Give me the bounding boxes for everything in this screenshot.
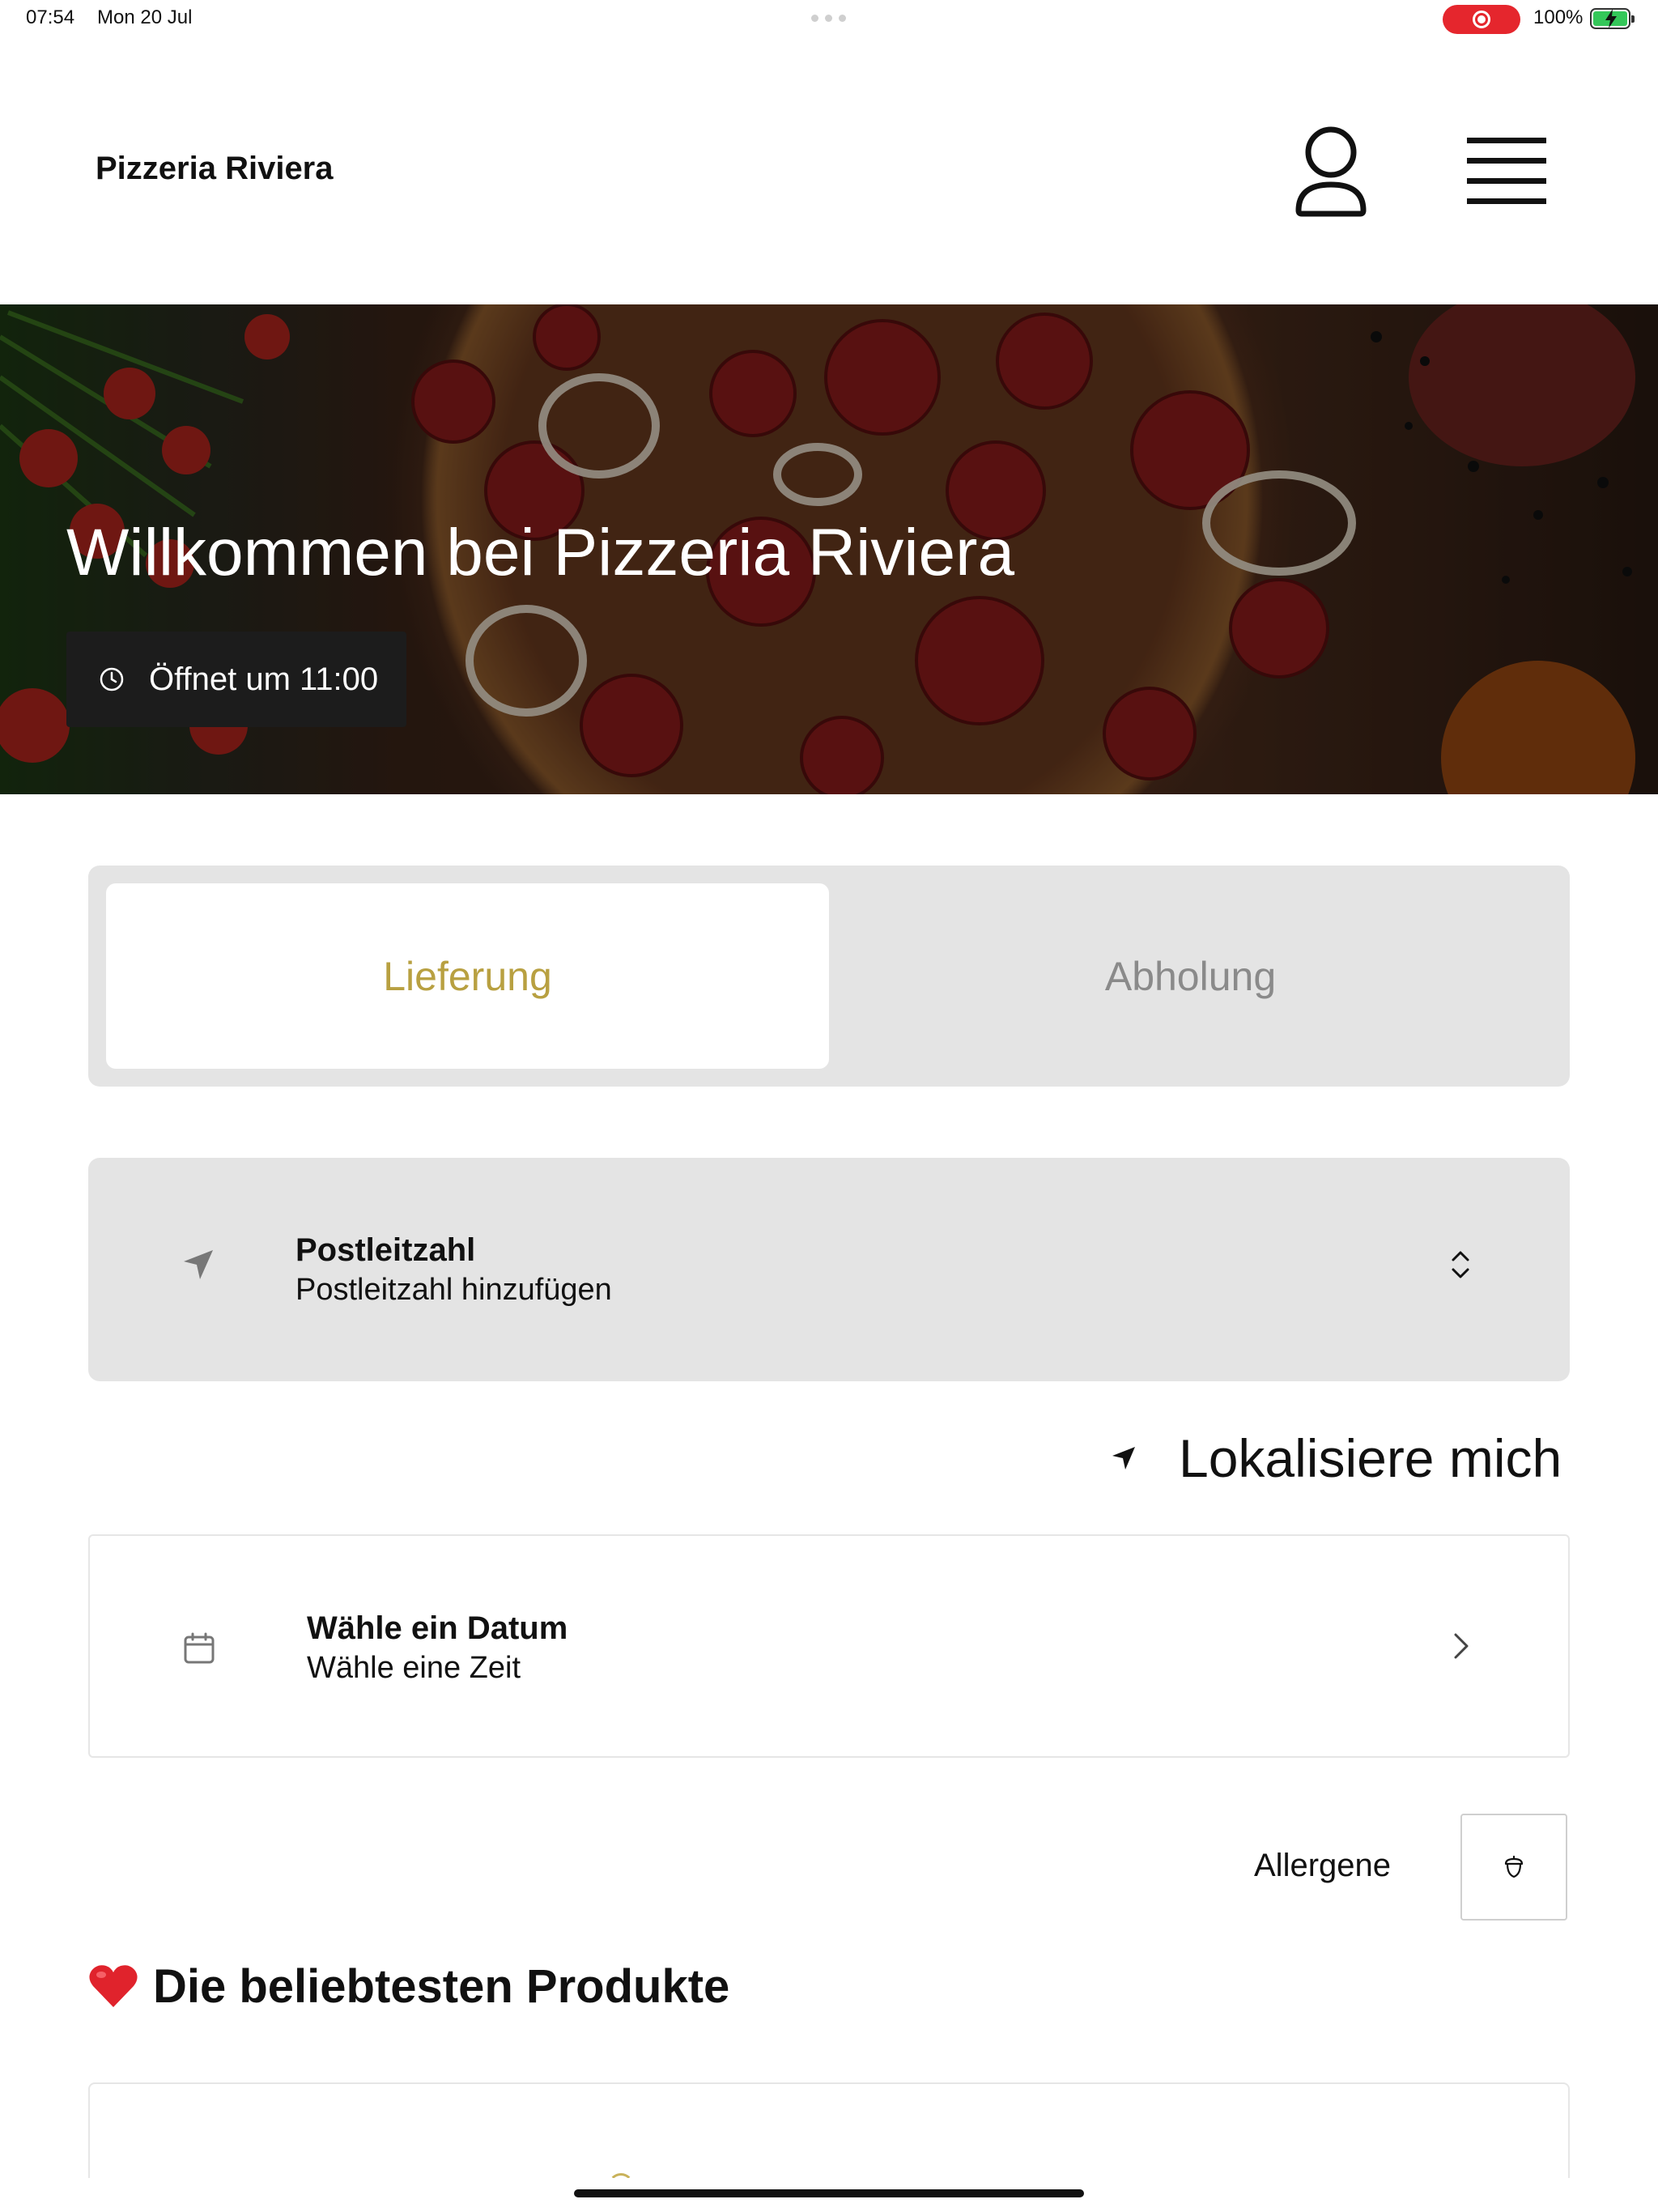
allergens-label: Allergene bbox=[1254, 1848, 1392, 1883]
charging-bolt-icon bbox=[1605, 9, 1617, 28]
order-type-switch: Lieferung Abholung bbox=[88, 866, 1570, 1087]
date-label: Wähle ein Datum bbox=[307, 1610, 568, 1646]
tab-delivery[interactable]: Lieferung bbox=[106, 883, 829, 1069]
locate-me-label: Lokalisiere mich bbox=[1179, 1428, 1562, 1488]
hero-title: Willkommen bei Pizzeria Riviera bbox=[66, 516, 1015, 589]
locate-me-button[interactable]: Lokalisiere mich bbox=[1109, 1428, 1562, 1488]
hamburger-menu-icon bbox=[1467, 138, 1546, 143]
calendar-icon bbox=[184, 1632, 215, 1664]
menu-button[interactable] bbox=[1467, 136, 1546, 206]
opening-hours-badge: Öffnet um 11:00 bbox=[66, 632, 406, 727]
postcode-value: Postleitzahl hinzufügen bbox=[295, 1273, 612, 1307]
popular-products-title: Die beliebtesten Produkte bbox=[153, 1959, 730, 2013]
status-date: Mon 20 Jul bbox=[97, 6, 193, 28]
person-icon bbox=[1295, 126, 1367, 217]
record-icon bbox=[1473, 11, 1490, 28]
chevron-up-down-icon bbox=[1452, 1251, 1469, 1278]
heart-icon bbox=[89, 1965, 138, 2007]
postcode-label: Postleitzahl bbox=[295, 1232, 476, 1268]
location-arrow-icon bbox=[184, 1250, 213, 1279]
clock-icon bbox=[100, 667, 124, 691]
app-title[interactable]: Pizzeria Riviera bbox=[96, 151, 334, 187]
postcode-selector[interactable]: Postleitzahl Postleitzahl hinzufügen bbox=[88, 1158, 1570, 1381]
popular-products-heading: Die beliebtesten Produkte bbox=[88, 1958, 729, 2014]
chevron-right-icon bbox=[1454, 1633, 1469, 1659]
acorn-icon bbox=[1504, 1855, 1524, 1878]
location-arrow-icon bbox=[1112, 1447, 1135, 1470]
time-value: Wähle eine Zeit bbox=[307, 1651, 521, 1685]
profile-button[interactable] bbox=[1294, 126, 1368, 217]
allergens-button[interactable] bbox=[1460, 1814, 1567, 1921]
battery-percentage: 100% bbox=[1533, 6, 1584, 28]
status-time: 07:54 bbox=[26, 6, 75, 28]
status-bar: 07:54 Mon 20 Jul 100% bbox=[0, 0, 1658, 37]
tab-pickup[interactable]: Abholung bbox=[829, 883, 1552, 1069]
date-time-picker[interactable]: Wähle ein Datum Wähle eine Zeit bbox=[88, 1534, 1570, 1758]
multitasking-dots[interactable] bbox=[811, 15, 846, 22]
home-indicator[interactable] bbox=[574, 2189, 1084, 2197]
opening-hours-text: Öffnet um 11:00 bbox=[149, 661, 379, 697]
hero-banner: Willkommen bei Pizzeria Riviera Öffnet u… bbox=[0, 304, 1658, 794]
screen-recording-indicator[interactable] bbox=[1443, 5, 1520, 34]
